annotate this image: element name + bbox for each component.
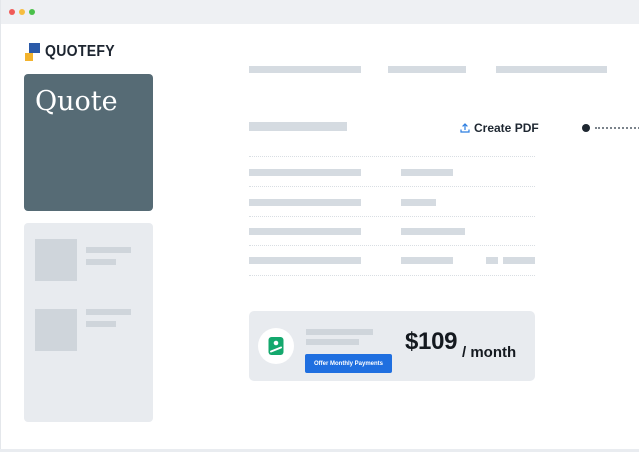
table-cell-placeholder (401, 199, 436, 206)
tracker-line (595, 127, 639, 129)
table-cell-placeholder (249, 257, 361, 264)
table-cell-placeholder (401, 257, 453, 264)
money-icon (258, 328, 294, 364)
table-cell-placeholder (401, 169, 453, 176)
section-heading-placeholder (249, 122, 347, 131)
create-pdf-button[interactable]: Create PDF (460, 121, 539, 135)
quotefy-logo-icon (25, 43, 41, 61)
upload-icon (460, 123, 470, 133)
placeholder-line (86, 259, 116, 265)
row-divider (249, 245, 535, 246)
row-divider (249, 216, 535, 217)
app-window: QUOTEFY Quote Create PDF Offer Monthly P… (0, 0, 639, 449)
tracker-dot-icon (582, 124, 590, 132)
monthly-payment-card: Offer Monthly Payments $109 / month (249, 311, 535, 381)
offer-monthly-payments-button[interactable]: Offer Monthly Payments (305, 354, 392, 373)
table-cell-placeholder (486, 257, 498, 264)
quotefy-logo: QUOTEFY (25, 43, 124, 61)
placeholder-line (86, 247, 131, 253)
window-titlebar (1, 0, 639, 24)
placeholder-line (86, 321, 116, 327)
zoom-window-button[interactable] (29, 9, 35, 15)
table-cell-placeholder (401, 228, 465, 235)
nav-placeholder (249, 66, 361, 73)
table-cell-placeholder (503, 257, 535, 264)
document-thumbnails-panel (24, 223, 153, 422)
placeholder-line (306, 339, 359, 345)
minimize-window-button[interactable] (19, 9, 25, 15)
create-pdf-label: Create PDF (474, 121, 539, 135)
thumbnail-image[interactable] (35, 239, 77, 281)
row-divider (249, 156, 535, 157)
row-divider (249, 186, 535, 187)
table-cell-placeholder (249, 199, 361, 206)
brand-name: QUOTEFY (45, 43, 115, 60)
quote-card[interactable]: Quote (24, 74, 153, 211)
thumbnail-image[interactable] (35, 309, 77, 351)
quote-card-title: Quote (35, 86, 118, 117)
placeholder-line (306, 329, 373, 335)
table-cell-placeholder (249, 228, 361, 235)
nav-placeholder (388, 66, 466, 73)
placeholder-line (86, 309, 131, 315)
nav-placeholder (496, 66, 607, 73)
close-window-button[interactable] (9, 9, 15, 15)
price-period: / month (462, 344, 517, 361)
monthly-price: $109 (405, 328, 458, 355)
table-cell-placeholder (249, 169, 361, 176)
row-divider (249, 275, 535, 276)
